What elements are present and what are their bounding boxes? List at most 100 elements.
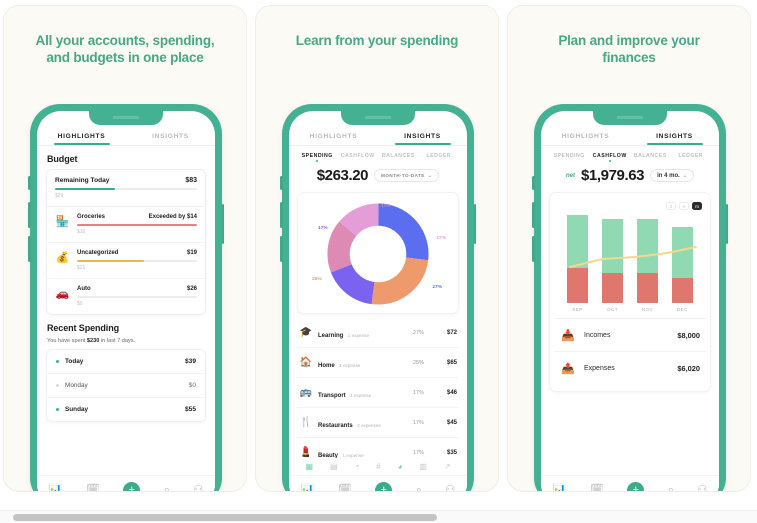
tab-insights[interactable]: INSIGHTS [378,133,467,145]
period-dropdown[interactable]: in 4 mo. ⌄ [650,169,694,182]
date-range-dropdown[interactable]: MONTH-TO-DATE ⌄ [374,169,440,182]
nav-add-button[interactable]: + [627,481,645,491]
budget-item-groceries[interactable]: 🏪 Groceries Exceeded by $14 $16 [47,207,205,243]
budget-item-bar [77,260,197,262]
list-item[interactable]: 🚌 Transport 1 expense 17% $46 [297,378,459,408]
budget-item-status: $19 [186,250,197,256]
nav-add-button[interactable]: + [123,481,141,491]
tab-highlights[interactable]: HIGHLIGHTS [289,133,378,145]
subtab-ledger[interactable]: LEDGER [671,153,712,159]
category-name: Restaurants [318,422,353,429]
spending-donut-card: 17% 17% 27% 25% 17% [297,192,459,314]
status-dot [56,360,59,363]
donut-svg [327,203,429,305]
bar-column [602,215,623,303]
spend-amount: $0 [188,382,196,389]
remaining-label: Remaining Today [55,177,110,184]
spend-day: Sunday [65,406,89,413]
phone-button-voldown [280,236,283,262]
cashflow-bar-chart [554,215,706,303]
incomes-icon: 📥 [561,329,575,342]
subtab-spending[interactable]: SPENDING [549,153,590,159]
incomes-row[interactable]: 📥 Incomes $8,000 [554,318,706,351]
month-toggle[interactable]: m [692,202,702,210]
nav-search-icon[interactable]: ⌕ [164,484,170,491]
category-subtitle: 1 expense [339,362,361,368]
budget-item-name: Auto [77,286,91,292]
subtab-ledger[interactable]: LEDGER [419,153,460,159]
expenses-row[interactable]: 📤 Expenses $6,020 [554,351,706,384]
list-item[interactable]: 🏠 Home 1 expense 25% $65 [297,348,459,378]
nav-search-icon[interactable]: ⌕ [416,484,422,491]
subtab-balances[interactable]: BALANCES [378,153,419,159]
phone-speaker [113,116,139,119]
subtab-balances[interactable]: BALANCES [630,153,671,159]
category-name: Learning [318,332,344,339]
insights-icon-strip: ▦ ▤ ◔ # ◕ ▥ ↗ [289,458,467,475]
nav-calendar-icon[interactable]: 🗓 [338,484,352,491]
trend-icon[interactable]: ↗ [444,462,451,471]
nav-add-button[interactable]: + [375,481,393,491]
budget-item-spent: $21 [77,265,86,271]
nav-stats-icon[interactable]: 📊 [553,484,567,491]
period-label: in 4 mo. [657,172,680,179]
pie-icon[interactable]: ◔ [354,462,359,471]
phone-notch [341,111,415,125]
nav-search-icon[interactable]: ⌕ [668,484,674,491]
horizontal-scrollbar[interactable] [0,510,757,523]
budget-remaining-row[interactable]: Remaining Today $83 $39 [47,170,205,207]
cashflow-total-row: net $1,979.63 in 4 mo. ⌄ [541,163,719,192]
subtab-cashflow[interactable]: CASHFLOW [590,153,631,159]
list-item[interactable]: Monday $0 [47,374,205,398]
subtab-cashflow[interactable]: CASHFLOW [338,153,379,159]
phone-mockup: HIGHLIGHTS INSIGHTS SPENDING CASHFLOW BA… [280,104,476,491]
subtab-spending[interactable]: SPENDING [297,153,338,159]
tab-insights[interactable]: INSIGHTS [126,133,215,145]
nav-stats-icon[interactable]: 📊 [49,484,63,491]
budget-item-uncategorized[interactable]: 💰 Uncategorized $19 $21 [47,243,205,279]
nav-stats-icon[interactable]: 📊 [301,484,315,491]
phone-button-power [221,204,224,244]
budget-item-name: Groceries [77,214,106,220]
spend-amount: $55 [184,406,196,413]
tab-insights[interactable]: INSIGHTS [630,133,719,145]
list-item[interactable]: 🎓 Learning 1 expense 27% $72 [297,318,459,348]
nav-calendar-icon[interactable]: 🗓 [86,484,100,491]
category-amount: $65 [446,359,457,366]
scrollbar-thumb[interactable] [13,514,437,521]
x-tick: OCT [607,307,618,312]
learning-icon: 🎓 [299,327,313,338]
list-item[interactable]: Sunday $55 [47,398,205,421]
category-subtitle: 2 expenses [357,422,381,428]
phone-button-mute [532,176,535,190]
nav-calendar-icon[interactable]: 🗓 [590,484,604,491]
nav-profile-icon[interactable]: ⚇ [697,484,707,491]
day-toggle[interactable]: d [666,202,676,210]
category-percent: 17% [412,389,424,396]
list-item[interactable]: Today $39 [47,350,205,374]
nav-profile-icon[interactable]: ⚇ [193,484,203,491]
budget-item-auto[interactable]: 🚗 Auto $26 $0 [47,279,205,314]
card-icon[interactable]: ▤ [330,462,338,471]
recent-spending-panel: Today $39 Monday $0 Sunday $55 [46,349,206,422]
donut-label: 17% [318,226,328,231]
grid-icon[interactable]: ▦ [305,462,313,471]
bottom-nav: 📊 🗓 + ⌕ ⚇ [289,475,467,491]
donut-label: 17% [436,236,446,241]
category-percent: 17% [412,419,424,426]
bars-icon[interactable]: ▥ [419,462,427,471]
tab-highlights[interactable]: HIGHLIGHTS [37,133,126,145]
phone-notch [89,111,163,125]
expenses-label: Expenses [584,364,615,372]
nav-profile-icon[interactable]: ⚇ [445,484,455,491]
tab-highlights[interactable]: HIGHLIGHTS [541,133,630,145]
phone-button-voldown [532,236,535,262]
phone-button-volup [28,202,31,228]
clock-icon[interactable]: ◕ [398,462,403,471]
week-toggle[interactable]: w [679,202,689,210]
phone-button-power [473,204,476,244]
sub-tabs: SPENDING CASHFLOW BALANCES LEDGER [289,146,467,163]
hash-icon[interactable]: # [376,462,380,471]
groceries-icon: 🏪 [55,216,70,228]
list-item[interactable]: 🍴 Restaurants 2 expenses 17% $45 [297,408,459,438]
